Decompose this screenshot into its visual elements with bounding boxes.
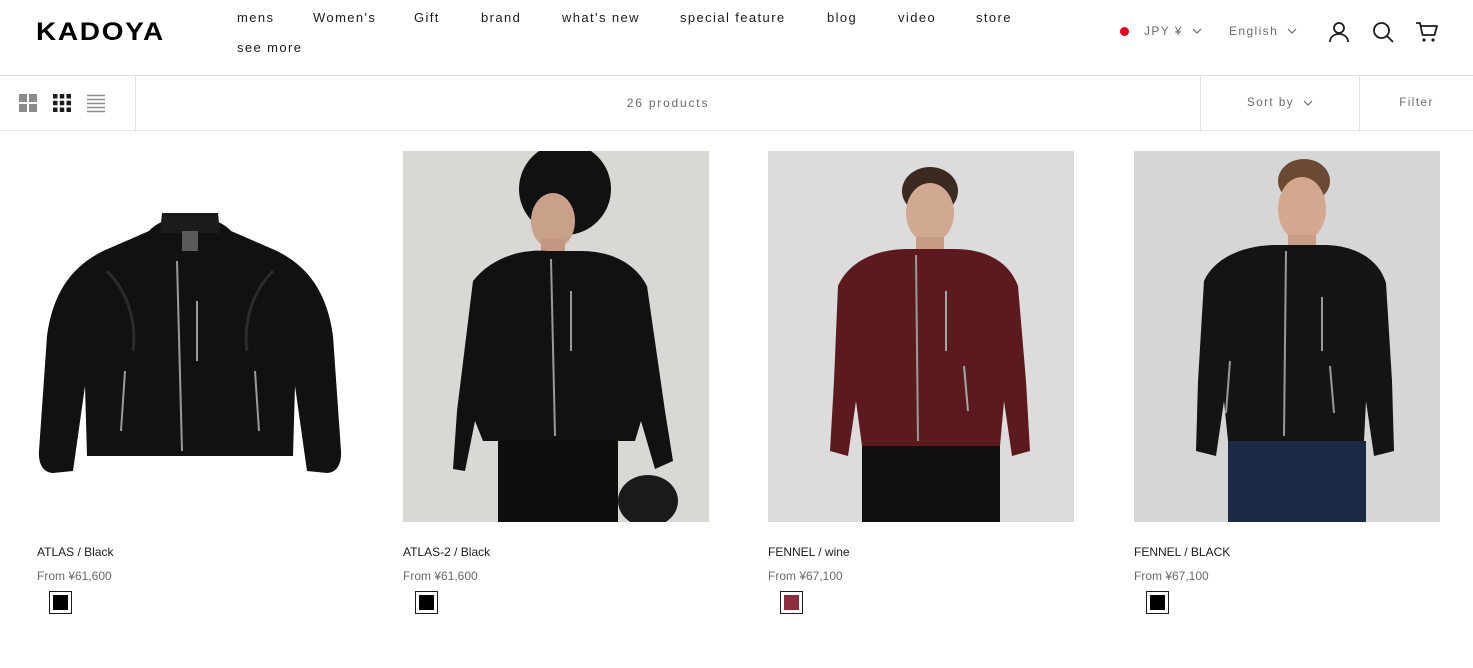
swatch-fill: [1150, 595, 1165, 610]
chevron-down-icon: [1192, 28, 1202, 34]
nav-video[interactable]: video: [898, 10, 936, 25]
color-swatch[interactable]: [780, 591, 803, 614]
nav-brand[interactable]: brand: [481, 10, 521, 25]
japan-flag-icon: [1120, 26, 1129, 36]
cart-icon: [1416, 22, 1438, 42]
layout-4col-button[interactable]: [52, 93, 72, 113]
swatch-fill: [53, 595, 68, 610]
sort-by-button[interactable]: Sort by: [1200, 76, 1360, 130]
product-card: FENNEL / BLACK From ¥67,100: [1134, 151, 1440, 614]
product-price: From ¥61,600: [37, 569, 112, 583]
nav-womens[interactable]: Women's: [313, 10, 376, 25]
grid-large-icon: [19, 94, 37, 112]
sort-by-label: Sort by: [1247, 97, 1294, 109]
nav-gift[interactable]: Gift: [414, 10, 440, 25]
user-icon: [1329, 22, 1349, 43]
layout-list-button[interactable]: [86, 93, 106, 113]
account-button[interactable]: [1326, 19, 1352, 45]
filter-label: Filter: [1399, 97, 1434, 109]
chevron-down-icon: [1303, 100, 1313, 106]
language-selector[interactable]: English: [1229, 24, 1297, 38]
product-name[interactable]: FENNEL / BLACK: [1134, 545, 1230, 559]
nav-special-feature[interactable]: special feature: [680, 10, 786, 25]
product-image[interactable]: [1134, 151, 1440, 522]
search-icon: [1373, 22, 1394, 43]
product-image[interactable]: [37, 151, 343, 522]
product-name[interactable]: ATLAS-2 / Black: [403, 545, 490, 559]
product-name[interactable]: ATLAS / Black: [37, 545, 113, 559]
filter-button[interactable]: Filter: [1360, 76, 1473, 130]
currency-selector[interactable]: JPY ¥: [1120, 24, 1202, 38]
collection-toolbar: 26 products Sort by Filter: [0, 76, 1473, 131]
product-price: From ¥61,600: [403, 569, 478, 583]
product-image[interactable]: [403, 151, 709, 522]
color-swatch[interactable]: [415, 591, 438, 614]
product-name[interactable]: FENNEL / wine: [768, 545, 850, 559]
product-price: From ¥67,100: [768, 569, 843, 583]
nav-whats-new[interactable]: what's new: [562, 10, 640, 25]
product-card: FENNEL / wine From ¥67,100: [768, 151, 1074, 614]
color-swatch[interactable]: [1146, 591, 1169, 614]
color-swatch[interactable]: [49, 591, 72, 614]
swatch-fill: [784, 595, 799, 610]
site-header: KADOYA mens Women's Gift brand what's ne…: [0, 0, 1473, 76]
language-label: English: [1229, 24, 1279, 38]
swatch-fill: [419, 595, 434, 610]
layout-2col-button[interactable]: [18, 93, 38, 113]
product-card: ATLAS / Black From ¥61,600: [37, 151, 343, 614]
product-price: From ¥67,100: [1134, 569, 1209, 583]
list-icon: [87, 94, 105, 113]
brand-logo[interactable]: KADOYA: [36, 18, 165, 47]
product-card: ATLAS-2 / Black From ¥61,600: [403, 151, 709, 614]
cart-button[interactable]: [1414, 19, 1440, 45]
product-count: 26 products: [626, 96, 710, 110]
nav-mens[interactable]: mens: [237, 10, 274, 25]
chevron-down-icon: [1287, 28, 1297, 34]
nav-blog[interactable]: blog: [827, 10, 857, 25]
nav-see-more[interactable]: see more: [237, 40, 302, 55]
layout-switcher: [0, 76, 136, 130]
currency-label: JPY ¥: [1144, 24, 1183, 38]
search-button[interactable]: [1370, 19, 1396, 45]
grid-small-icon: [53, 94, 71, 112]
product-image[interactable]: [768, 151, 1074, 522]
nav-store[interactable]: store: [976, 10, 1012, 25]
